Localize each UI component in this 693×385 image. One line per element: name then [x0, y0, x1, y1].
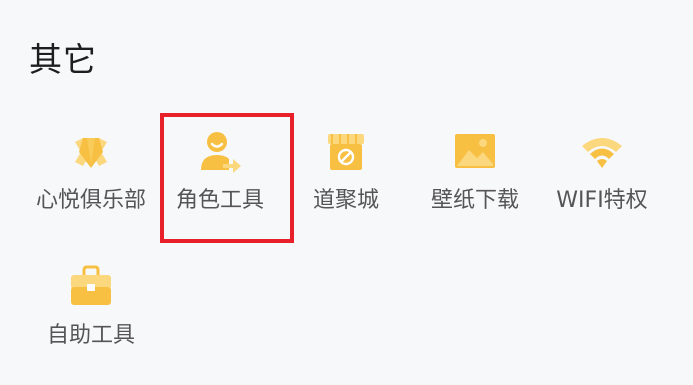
store-icon [322, 128, 370, 176]
menu-item-label: 壁纸下载 [430, 188, 519, 213]
wifi-icon [578, 128, 626, 176]
user-share-icon [196, 128, 244, 176]
menu-item-label: 角色工具 [175, 188, 264, 213]
menu-item-xinyue-club[interactable]: 心悦俱乐部 [29, 128, 153, 238]
image-icon [451, 128, 499, 176]
section-title: 其它 [29, 40, 97, 79]
menu-item-wifi-privilege[interactable]: WIFI特权 [540, 128, 664, 238]
menu-item-self-service-tools[interactable]: 自助工具 [29, 263, 153, 373]
toolbox-icon [67, 263, 115, 311]
menu-item-wallpaper-download[interactable]: 壁纸下载 [413, 128, 537, 238]
menu-item-label: 心悦俱乐部 [35, 188, 146, 213]
diamond-ribbon-icon [67, 128, 115, 176]
menu-item-label: 自助工具 [46, 323, 135, 348]
menu-item-daojucheng[interactable]: 道聚城 [284, 128, 408, 238]
menu-item-label: 道聚城 [312, 188, 379, 213]
menu-item-label: WIFI特权 [556, 188, 648, 213]
menu-item-role-tools[interactable]: 角色工具 [158, 128, 282, 238]
